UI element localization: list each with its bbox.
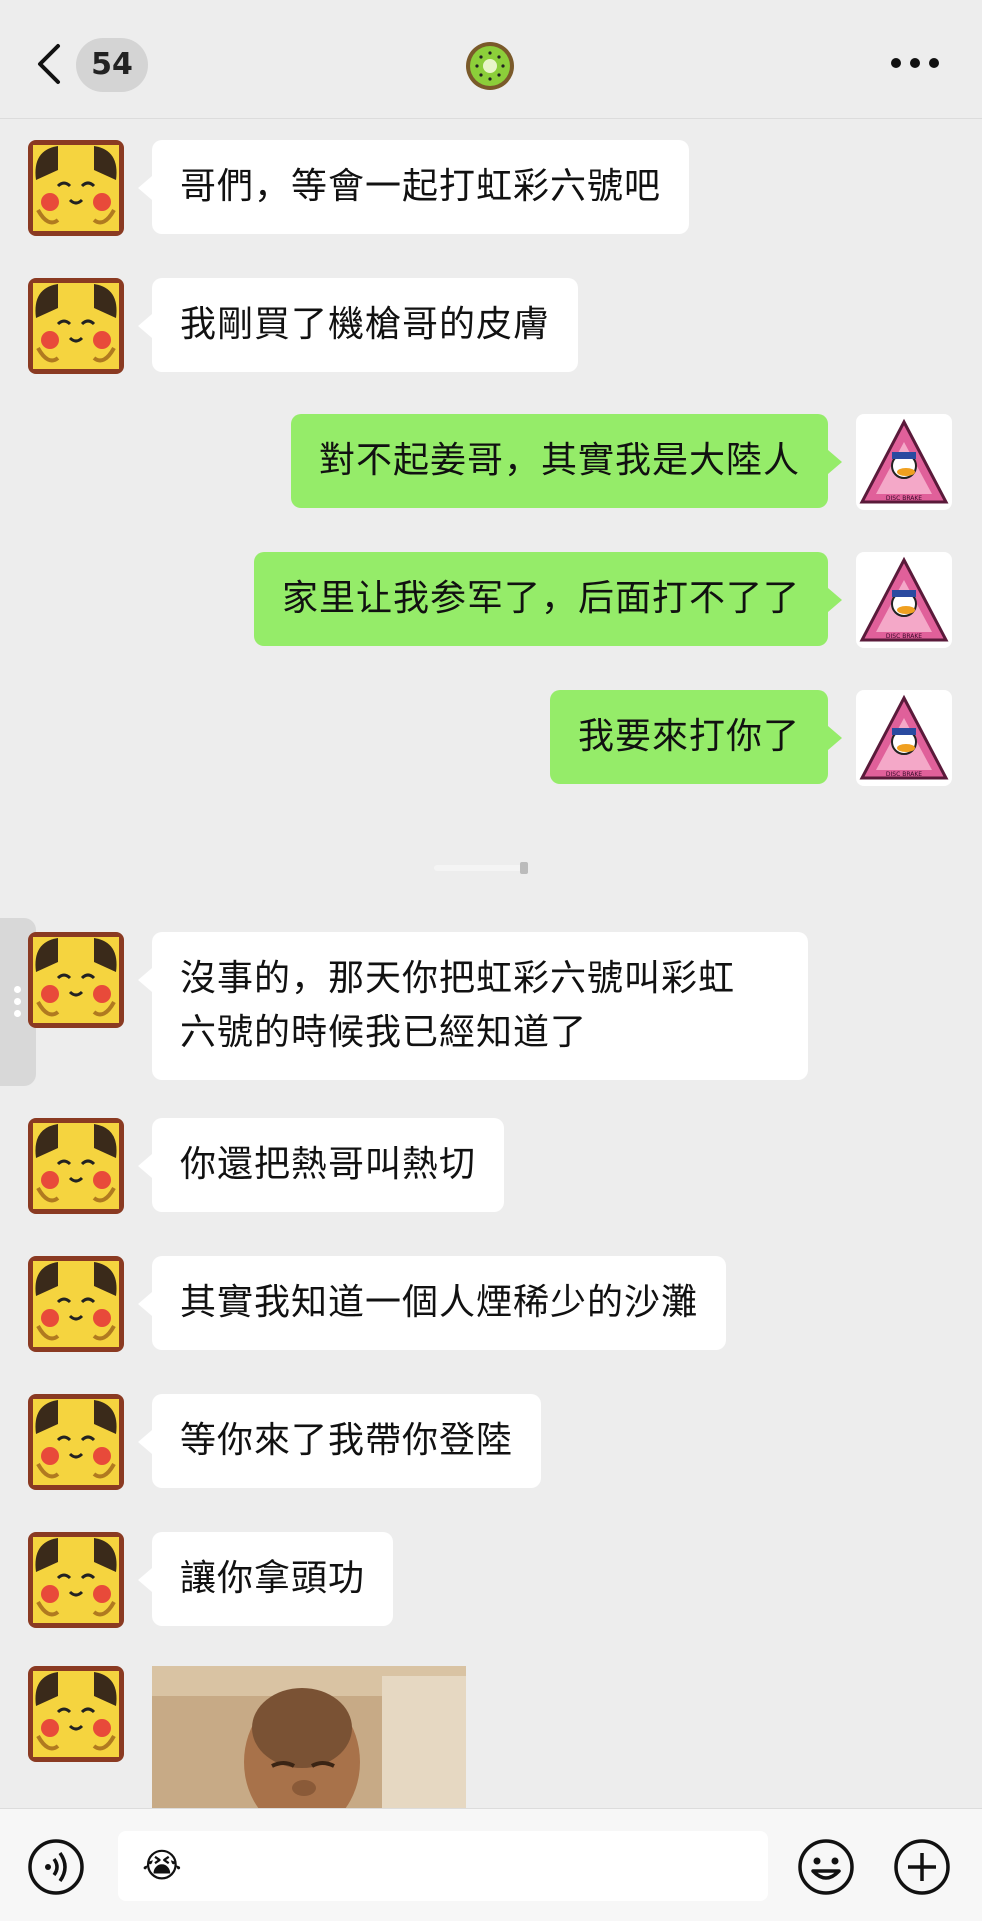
avatar-caption: DISC BRAKE: [886, 633, 922, 640]
avatar-caption: DISC BRAKE: [886, 495, 922, 502]
bubble-tail: [138, 1292, 152, 1316]
bubble-tail: [828, 588, 842, 612]
avatar-pikachu[interactable]: [28, 932, 124, 1028]
kiwi-icon: [464, 40, 516, 92]
avatar-pikachu[interactable]: [28, 1666, 124, 1762]
message-bubble[interactable]: 哥們，等會一起打虹彩六號吧: [152, 140, 690, 234]
bubble-tail: [828, 726, 842, 750]
message-text: 沒事的，那天你把虹彩六號叫彩虹: [180, 958, 736, 999]
message-text: 哥們，等會一起打虹彩六號吧: [180, 166, 662, 207]
avatar-pikachu[interactable]: [28, 278, 124, 374]
bubble-tail: [138, 176, 152, 200]
bubble-tail: [828, 450, 842, 474]
message-text: 等你來了我帶你登陸: [180, 1420, 514, 1461]
avatar-donald-triangle[interactable]: DISC BRAKE: [856, 552, 952, 648]
message-text: 對不起姜哥，其實我是大陸人: [318, 440, 800, 481]
avatar-donald-triangle[interactable]: DISC BRAKE: [856, 690, 952, 786]
avatar-donald-triangle[interactable]: DISC BRAKE: [856, 414, 952, 510]
chevron-left-icon[interactable]: [34, 42, 64, 86]
bubble-tail: [138, 1568, 152, 1592]
message-bubble[interactable]: 其實我知道一個人煙稀少的沙灘: [152, 1256, 727, 1350]
message-text: 我要來打你了: [577, 716, 800, 757]
avatar-pikachu[interactable]: [28, 1256, 124, 1352]
scroll-divider: [434, 860, 530, 874]
more-dots-icon[interactable]: [886, 48, 944, 78]
avatar-pikachu[interactable]: [28, 1532, 124, 1628]
voice-icon[interactable]: [26, 1837, 86, 1897]
message-text: 讓你拿頭功: [180, 1558, 366, 1599]
message-bubble[interactable]: 我要來打你了: [549, 690, 828, 784]
unread-count-badge[interactable]: 54: [76, 38, 148, 92]
bubble-tail: [138, 1154, 152, 1178]
avatar-caption: DISC BRAKE: [886, 771, 922, 778]
bubble-tail: [138, 314, 152, 338]
bubble-tail: [138, 1430, 152, 1454]
avatar-pikachu[interactable]: [28, 1118, 124, 1214]
message-text: 其實我知道一個人煙稀少的沙灘: [180, 1282, 699, 1323]
message-text: 家里让我参军了，后面打不了了: [281, 578, 800, 619]
message-bubble[interactable]: 我剛買了機槍哥的皮膚: [152, 278, 579, 372]
message-bubble[interactable]: 等你來了我帶你登陸: [152, 1394, 542, 1488]
chat-header: 54: [0, 0, 982, 119]
photo-message[interactable]: [152, 1666, 466, 1808]
input-bar: 😭: [0, 1808, 982, 1921]
plus-icon[interactable]: [892, 1837, 952, 1897]
message-input[interactable]: 😭: [118, 1831, 768, 1901]
message-text: 你還把熱哥叫熱切: [180, 1144, 477, 1185]
message-text: 六號的時候我已經知道了: [180, 1012, 588, 1053]
message-bubble[interactable]: 讓你拿頭功: [152, 1532, 394, 1626]
bubble-tail: [138, 968, 152, 992]
message-bubble[interactable]: 對不起姜哥，其實我是大陸人: [290, 414, 828, 508]
avatar-pikachu[interactable]: [28, 140, 124, 236]
message-bubble[interactable]: 家里让我参军了，后面打不了了: [253, 552, 828, 646]
avatar-pikachu[interactable]: [28, 1394, 124, 1490]
emoji-icon[interactable]: [796, 1837, 856, 1897]
message-text: 我剛買了機槍哥的皮膚: [180, 304, 551, 345]
message-bubble[interactable]: 沒事的，那天你把虹彩六號叫彩虹 六號的時候我已經知道了: [152, 932, 808, 1080]
message-bubble[interactable]: 你還把熱哥叫熱切: [152, 1118, 505, 1212]
